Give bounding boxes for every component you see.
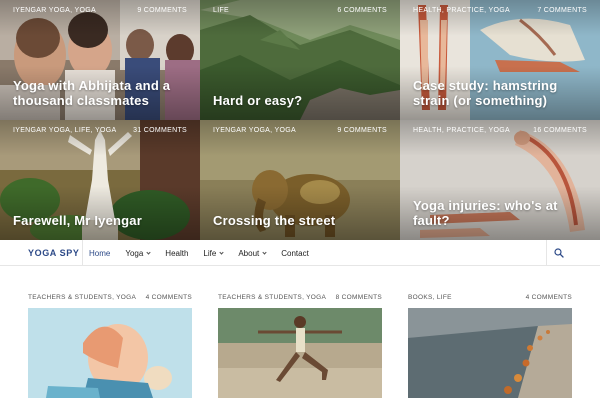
post-image-warrior-pose xyxy=(218,308,382,398)
search-button[interactable] xyxy=(547,240,571,266)
tile-comments[interactable]: 16 Comments xyxy=(533,127,587,134)
nav-menu: Home Yoga Health Life About Contact xyxy=(89,240,324,266)
featured-tile-case-study-hamstring[interactable]: Health, Practice, Yoga 7 Comments Case s… xyxy=(400,0,600,120)
tile-categories[interactable]: Iyengar yoga, Life, Yoga xyxy=(13,127,116,134)
tile-categories[interactable]: Iyengar yoga, Yoga xyxy=(13,7,96,14)
nav-item-home[interactable]: Home xyxy=(89,249,110,258)
nav-item-label: Home xyxy=(89,248,111,258)
post-card-2: Teachers & students, Yoga 8 Comments xyxy=(218,294,382,398)
tile-categories[interactable]: Life xyxy=(213,7,229,14)
featured-tile-hard-or-easy[interactable]: Life 6 Comments Hard or easy? xyxy=(200,0,400,120)
logo-divider xyxy=(82,240,83,266)
tile-comments[interactable]: 9 Comments xyxy=(337,127,387,134)
post-card-3: Books, Life 4 Comments xyxy=(408,294,572,398)
post-categories[interactable]: Teachers & students, Yoga xyxy=(28,294,136,301)
tile-categories[interactable]: Iyengar yoga, Yoga xyxy=(213,127,296,134)
chevron-down-icon xyxy=(146,249,151,255)
main-navigation: YOGA SPY Home Yoga Health Life About Con… xyxy=(0,240,600,266)
nav-item-label: Contact xyxy=(281,248,309,258)
tile-title[interactable]: Farewell, Mr Iyengar xyxy=(13,213,188,228)
tile-comments[interactable]: 9 Comments xyxy=(137,7,187,14)
post-image-illustration xyxy=(28,308,192,398)
featured-tile-farewell-mr-iyengar[interactable]: Iyengar yoga, Life, Yoga 31 Comments Far… xyxy=(0,120,200,240)
post-card-1: Teachers & students, Yoga 4 Comments xyxy=(28,294,192,398)
featured-tile-yoga-injuries[interactable]: Health, Practice, Yoga 16 Comments Yoga … xyxy=(400,120,600,240)
tile-comments[interactable]: 7 Comments xyxy=(537,7,587,14)
nav-item-about[interactable]: About xyxy=(238,248,267,258)
post-thumbnail[interactable] xyxy=(28,308,192,398)
tile-categories[interactable]: Health, Practice, Yoga xyxy=(413,127,510,134)
post-image-river-ghats xyxy=(408,308,572,398)
nav-item-yoga[interactable]: Yoga xyxy=(125,248,151,258)
nav-item-label: About xyxy=(238,248,260,258)
tile-title[interactable]: Crossing the street xyxy=(213,213,388,228)
nav-item-label: Life xyxy=(203,248,217,258)
tile-comments[interactable]: 6 Comments xyxy=(337,7,387,14)
nav-item-label: Health xyxy=(165,248,189,258)
nav-item-life[interactable]: Life xyxy=(203,248,224,258)
nav-item-health[interactable]: Health xyxy=(165,249,188,258)
tile-title[interactable]: Hard or easy? xyxy=(213,93,388,108)
nav-item-contact[interactable]: Contact xyxy=(281,249,309,258)
tile-title[interactable]: Case study: hamstring strain (or somethi… xyxy=(413,78,588,108)
search-icon xyxy=(554,248,564,258)
post-comments[interactable]: 8 Comments xyxy=(336,294,382,301)
tile-categories[interactable]: Health, Practice, Yoga xyxy=(413,7,510,14)
post-thumbnail[interactable] xyxy=(218,308,382,398)
tile-title[interactable]: Yoga injuries: who's at fault? xyxy=(413,198,588,228)
post-comments[interactable]: 4 Comments xyxy=(146,294,192,301)
post-comments[interactable]: 4 Comments xyxy=(526,294,572,301)
featured-tile-crossing-the-street[interactable]: Iyengar yoga, Yoga 9 Comments Crossing t… xyxy=(200,120,400,240)
post-categories[interactable]: Teachers & students, Yoga xyxy=(218,294,326,301)
tile-title[interactable]: Yoga with Abhijata and a thousand classm… xyxy=(13,78,188,108)
tile-comments[interactable]: 31 Comments xyxy=(133,127,187,134)
site-logo[interactable]: YOGA SPY xyxy=(28,248,79,258)
chevron-down-icon xyxy=(262,249,267,255)
featured-grid: Iyengar yoga, Yoga 9 Comments Yoga with … xyxy=(0,0,600,240)
post-categories[interactable]: Books, Life xyxy=(408,294,452,301)
post-thumbnail[interactable] xyxy=(408,308,572,398)
featured-tile-yoga-with-abhijata[interactable]: Iyengar yoga, Yoga 9 Comments Yoga with … xyxy=(0,0,200,120)
chevron-down-icon xyxy=(219,249,224,255)
nav-item-label: Yoga xyxy=(125,248,144,258)
